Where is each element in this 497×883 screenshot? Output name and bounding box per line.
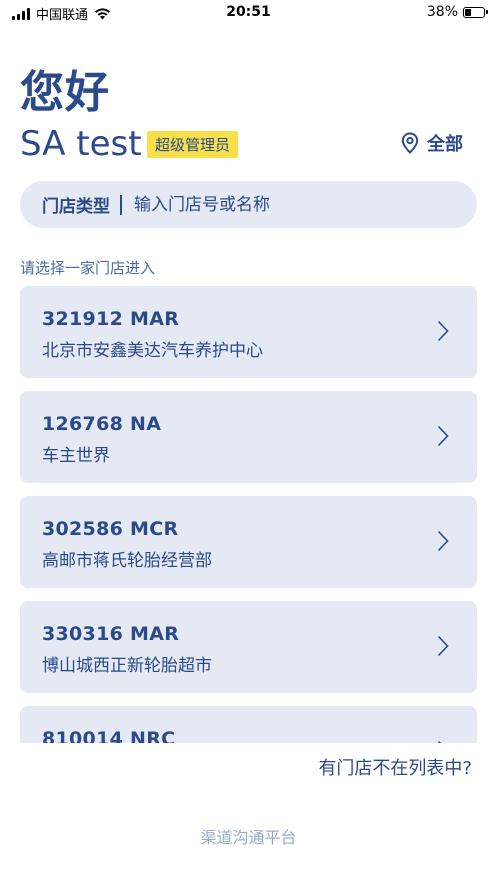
chevron-right-icon <box>437 425 449 447</box>
greeting-title: 您好 <box>20 67 110 118</box>
store-code: 302586 MCR <box>42 518 179 540</box>
store-card[interactable]: 330316 MAR 博山城西正新轮胎超市 <box>20 601 477 693</box>
battery-percentage: 38% <box>426 4 458 20</box>
chevron-right-icon <box>437 635 449 657</box>
chevron-right-icon <box>437 740 442 743</box>
store-name: 博山城西正新轮胎超市 <box>42 656 212 676</box>
status-right: 38% <box>426 4 488 20</box>
search-bar: 门店类型 <box>20 181 477 228</box>
store-card[interactable]: 810014 NRC <box>20 706 477 743</box>
select-store-hint: 请选择一家门店进入 <box>20 259 156 277</box>
store-card[interactable]: 302586 MCR 高邮市蒋氏轮胎经营部 <box>20 496 477 588</box>
status-bar: 中国联通 20:51 38% <box>0 0 497 26</box>
battery-icon <box>463 6 488 18</box>
role-badge: 超级管理员 <box>147 131 239 158</box>
store-code: 810014 NRC <box>42 728 176 743</box>
store-code: 126768 NA <box>42 413 162 435</box>
chevron-right-icon <box>437 530 449 552</box>
store-type-selector[interactable]: 门店类型 <box>42 192 110 217</box>
store-list[interactable]: 321912 MAR 北京市安鑫美达汽车养护中心 126768 NA 车主世界 … <box>20 286 477 743</box>
chevron-right-icon <box>437 320 449 342</box>
store-name: 车主世界 <box>42 446 110 466</box>
store-card[interactable]: 126768 NA 车主世界 <box>20 391 477 483</box>
store-code: 321912 MAR <box>42 308 180 330</box>
user-row: SA test 超级管理员 全部 <box>20 124 477 164</box>
store-name: 北京市安鑫美达汽车养护中心 <box>42 341 263 361</box>
location-filter-label: 全部 <box>427 134 463 155</box>
location-pin-icon <box>401 132 419 154</box>
location-filter-button[interactable]: 全部 <box>401 130 463 156</box>
search-divider <box>120 194 122 215</box>
battery-fill <box>465 8 472 16</box>
status-time: 20:51 <box>226 4 271 20</box>
search-input[interactable] <box>132 193 436 216</box>
store-code: 330316 MAR <box>42 623 180 645</box>
user-name: SA test <box>20 124 142 164</box>
footer-platform-name: 渠道沟通平台 <box>200 828 297 847</box>
missing-store-link[interactable]: 有门店不在列表中? <box>318 754 472 780</box>
store-name: 高邮市蒋氏轮胎经营部 <box>42 551 212 571</box>
store-card[interactable]: 321912 MAR 北京市安鑫美达汽车养护中心 <box>20 286 477 378</box>
